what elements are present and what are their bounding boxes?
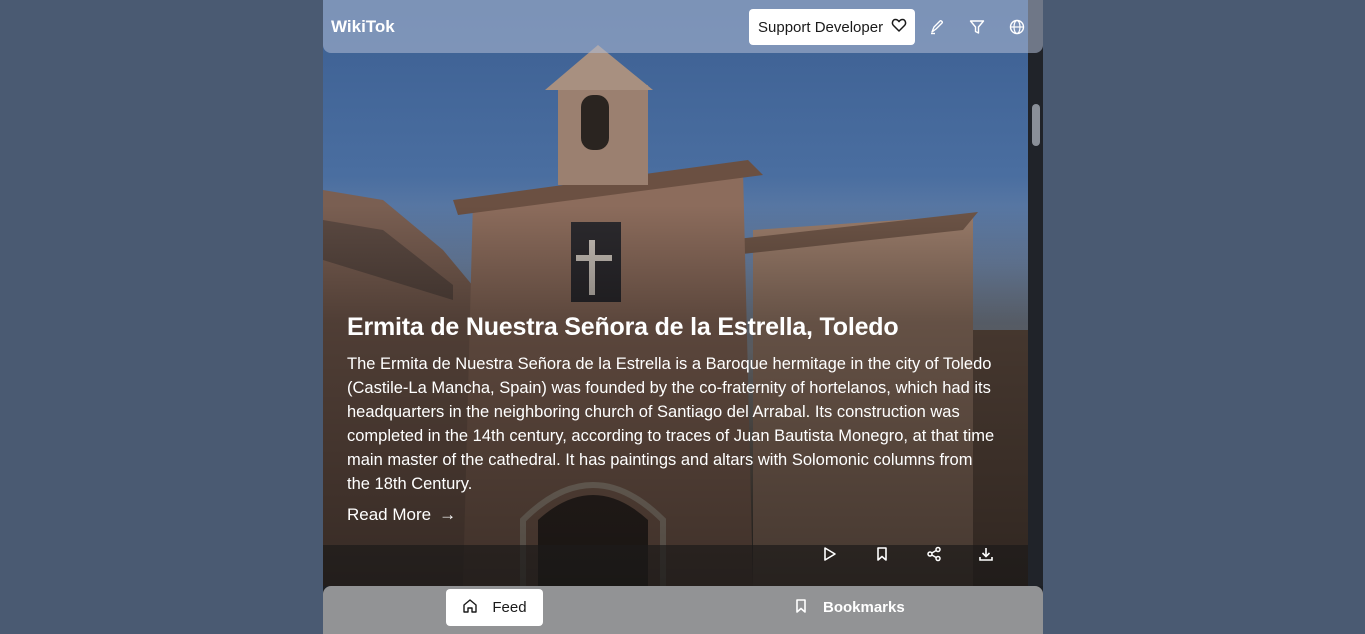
article-title[interactable]: Ermita de Nuestra Señora de la Estrella,… bbox=[347, 312, 1017, 342]
nav-feed-label: Feed bbox=[492, 599, 527, 616]
download-icon[interactable] bbox=[974, 542, 998, 566]
bookmark-nav-icon bbox=[793, 598, 809, 618]
nav-bookmarks-label: Bookmarks bbox=[823, 599, 905, 616]
share-icon[interactable] bbox=[922, 542, 946, 566]
bottom-nav: Feed Bookmarks bbox=[323, 586, 1043, 634]
scrollbar-track[interactable] bbox=[1028, 0, 1043, 586]
brand-logo[interactable]: WikiTok bbox=[331, 17, 395, 37]
bookmark-icon[interactable] bbox=[870, 542, 894, 566]
support-developer-button[interactable]: Support Developer bbox=[749, 9, 915, 45]
nav-bookmarks-tab[interactable]: Bookmarks bbox=[793, 589, 913, 626]
read-more-link[interactable]: Read More → bbox=[347, 505, 456, 525]
heart-icon bbox=[891, 17, 907, 37]
app-window: Ermita de Nuestra Señora de la Estrella,… bbox=[323, 0, 1043, 634]
filter-icon[interactable] bbox=[965, 15, 989, 39]
image-shade bbox=[323, 0, 1028, 586]
globe-icon[interactable] bbox=[1005, 15, 1029, 39]
top-bar: WikiTok Support Developer bbox=[323, 0, 1043, 53]
play-icon[interactable] bbox=[818, 542, 842, 566]
support-label: Support Developer bbox=[758, 18, 884, 36]
pen-icon[interactable] bbox=[925, 15, 949, 39]
article-description: The Ermita de Nuestra Señora de la Estre… bbox=[347, 355, 995, 493]
feed-card[interactable]: Ermita de Nuestra Señora de la Estrella,… bbox=[323, 0, 1028, 586]
scrollbar-thumb[interactable] bbox=[1032, 104, 1040, 146]
read-more-label: Read More bbox=[347, 505, 432, 524]
home-icon bbox=[462, 598, 478, 618]
nav-feed-tab[interactable]: Feed bbox=[446, 589, 543, 626]
arrow-right-icon: → bbox=[439, 505, 457, 524]
